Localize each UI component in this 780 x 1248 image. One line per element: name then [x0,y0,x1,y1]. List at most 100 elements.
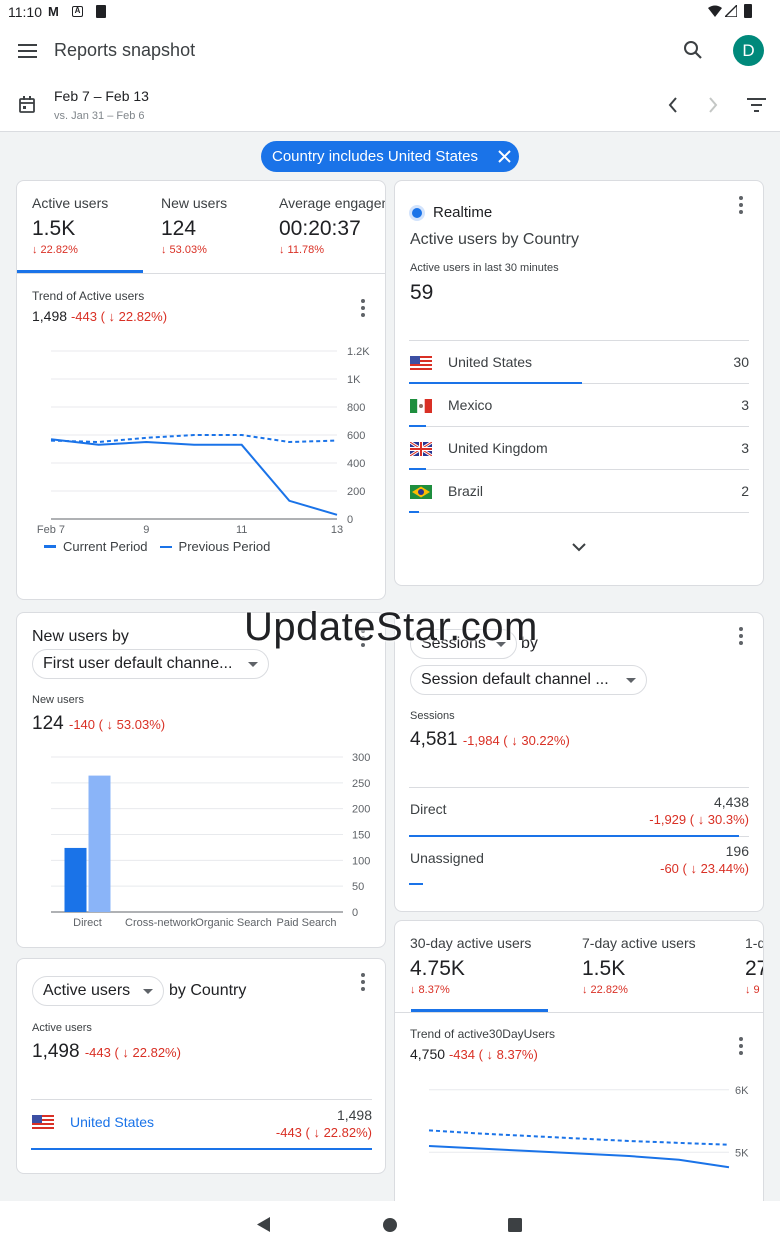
list-item[interactable]: Unassigned 196 -60 ( ↓ 23.44%) [409,837,749,886]
dimension-dropdown[interactable]: First user default channe... [32,649,269,679]
progress-bar [409,511,420,513]
chevron-right-icon[interactable] [708,97,718,113]
y-tick-label: 150 [352,830,370,842]
bar-current [64,847,87,912]
sessions-card: Sessions by Session default channel ... … [394,612,764,912]
more-options-icon[interactable] [351,970,375,994]
metric-value: 27 [745,957,763,980]
page-title: Reports snapshot [54,40,196,60]
brazil-flag-icon [410,485,432,499]
card-subtitle: Active users in last 30 minutes [410,262,559,274]
realtime-card: Realtime Active users by Country Active … [394,180,764,586]
date-range[interactable]: Feb 7 – Feb 13 [54,88,149,104]
x-tick-label: 11 [236,524,247,536]
metric-value: 4.75K [410,957,465,980]
wifi-icon [708,5,722,17]
trend-title: Trend of Active users [32,289,145,303]
tab-active-users[interactable]: Active users 1.5K ↓ 22.82% [32,195,152,256]
y-tick-label: 800 [347,402,365,414]
uk-flag-icon [410,442,432,456]
chevron-down-icon[interactable] [572,543,586,552]
country-value: 3 [741,440,749,456]
realtime-dot-icon [412,208,422,218]
legend-previous-swatch [159,545,172,548]
dimension-dropdown[interactable]: Session default channel ... [410,665,647,695]
channel-delta: -1,929 ( ↓ 30.3%) [649,812,749,827]
list-item[interactable]: Mexico 3 [409,384,749,427]
close-icon[interactable] [498,150,511,163]
more-options-icon[interactable] [729,193,753,217]
active-users-trend-chart: 0 200 400 600 800 1K 1.2K Feb 7 9 11 13 [37,346,370,536]
x-tick-label: 9 [143,524,149,536]
more-options-icon[interactable] [351,296,375,320]
legend-current-label: Current Period [63,539,148,554]
chart-legend: Current Period Previous Period [44,539,270,554]
new-users-card: New users by First user default channe..… [16,612,386,948]
previous-period-line [428,1129,730,1146]
list-item[interactable]: Brazil 2 [409,470,749,513]
metric-tabs: Active users 1.5K ↓ 22.82% New users 124… [17,181,385,274]
country-link[interactable]: United States [70,1114,154,1130]
metric-value: 1.5K [582,957,626,980]
by-country-label: by Country [169,982,247,999]
legend-current-swatch [44,545,56,548]
compare-range: vs. Jan 31 – Feb 6 [54,110,145,122]
back-icon[interactable] [257,1217,271,1232]
active-users-card: 30-day active users 4.75K ↓ 8.37% 7-day … [394,920,764,1210]
metric-delta: -140 ( ↓ 53.03%) [68,717,166,732]
report-content: Country includes United States Active us… [0,133,780,1210]
bar-previous [88,775,111,912]
filter-chip[interactable]: Country includes United States [261,141,519,172]
list-item[interactable]: Direct 4,438 -1,929 ( ↓ 30.3%) [409,788,749,837]
tab-1-day-active-users[interactable]: 1-d 27 ↓ 9 [745,935,764,996]
chevron-left-icon[interactable] [668,97,678,113]
y-tick-label: 300 [352,752,370,764]
y-tick-label: 400 [347,458,365,470]
tab-average-engagement[interactable]: Average engagem 00:20:37 ↓ 11.78% [279,195,385,256]
country-value: 1,498 [336,1107,372,1123]
trend-delta: -443 ( ↓ 22.82%) [70,309,168,324]
y-tick-label: 1K [347,374,361,386]
home-icon[interactable] [383,1218,397,1232]
trend-value: 1,498 [32,308,68,324]
filter-icon[interactable] [747,98,766,112]
y-tick-label: 0 [352,907,358,919]
summary-card: Active users 1.5K ↓ 22.82% New users 124… [16,180,386,600]
channel-delta: -60 ( ↓ 23.44%) [660,861,749,876]
recents-icon[interactable] [508,1218,522,1232]
watermark: UpdateStar.com [244,605,538,649]
calendar-icon[interactable] [19,96,35,113]
metric-label: 7-day active users [582,935,696,951]
y-tick-label: 1.2K [347,346,370,358]
country-label: Brazil [448,483,484,499]
list-item[interactable]: United States 30 [409,341,749,384]
metric-change: ↓ 11.78% [279,244,325,256]
channel-label: Direct [410,801,447,817]
y-tick-label: 100 [352,855,370,867]
metric-value: 1,498 [32,1041,80,1062]
dropdown-value: First user default channe... [43,655,233,672]
metric-change: ↓ 8.37% [410,984,450,996]
metric-label: New users [161,195,228,211]
search-icon[interactable] [683,40,703,60]
metric-dropdown[interactable]: Active users [32,976,164,1006]
progress-bar [409,883,423,885]
metric-change: ↓ 9 [745,984,760,996]
more-options-icon[interactable] [729,624,753,648]
metric-label: 1-d [745,935,764,951]
tab-30-day-active-users[interactable]: 30-day active users 4.75K ↓ 8.37% [410,935,560,996]
list-item[interactable]: United States 1,498 -443 ( ↓ 22.82%) [31,1100,372,1150]
list-item[interactable]: United Kingdom 3 [409,427,749,470]
country-delta: -443 ( ↓ 22.82%) [275,1125,372,1140]
tab-new-users[interactable]: New users 124 ↓ 53.03% [161,195,281,256]
y-tick-label: 0 [347,514,353,526]
country-label: United Kingdom [448,440,548,456]
menu-icon[interactable] [18,43,38,59]
current-period-line [50,438,338,516]
y-tick-label: 5K [735,1147,749,1159]
avatar[interactable]: D [733,35,764,66]
more-options-icon[interactable] [729,1034,753,1058]
tab-7-day-active-users[interactable]: 7-day active users 1.5K ↓ 22.82% [582,935,732,996]
x-tick-label: Feb 7 [37,524,65,536]
card-title: New users by [32,628,129,645]
